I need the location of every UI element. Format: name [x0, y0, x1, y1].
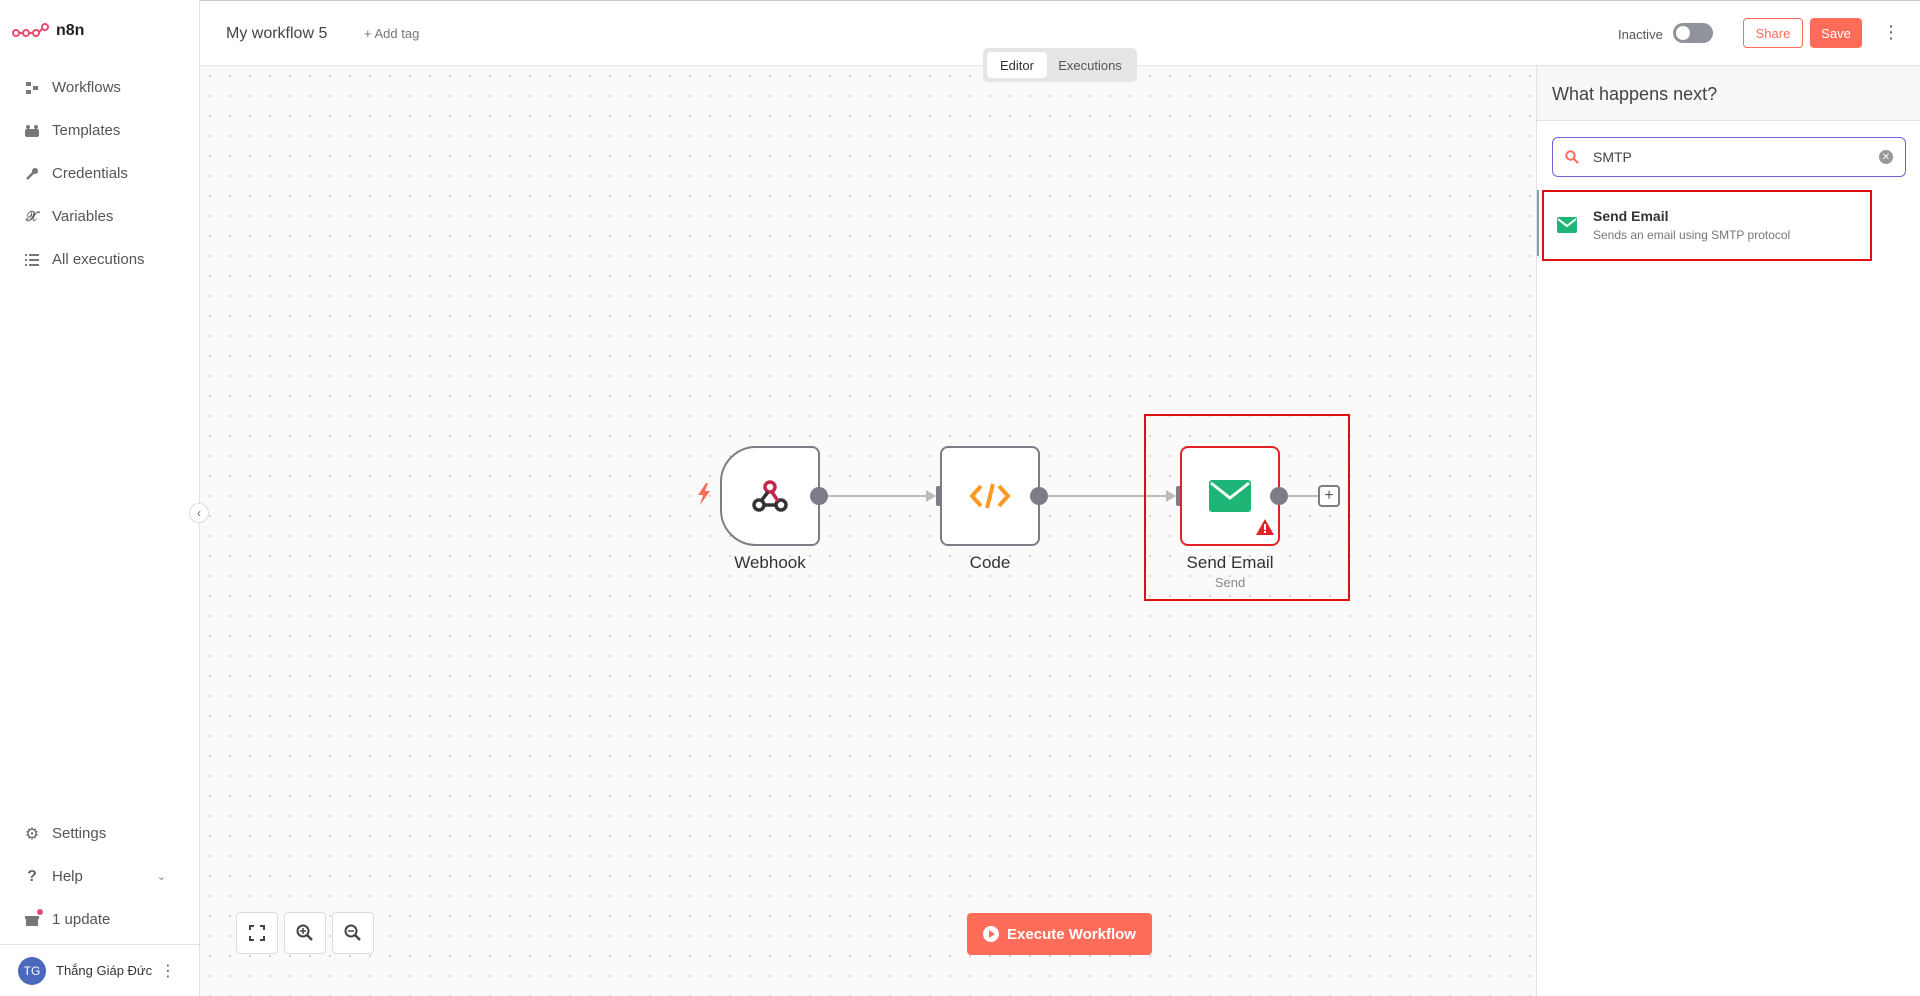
logo-text: n8n — [56, 22, 85, 39]
connection-arrow — [926, 490, 936, 502]
sidebar-item-label: Credentials — [52, 165, 128, 182]
sidebar-item-all-executions[interactable]: All executions — [0, 238, 200, 281]
gear-icon: ⚙ — [24, 825, 40, 843]
zoom-in-icon — [296, 924, 313, 941]
sidebar-item-variables[interactable]: 𝒳 Variables — [0, 195, 200, 238]
question-icon: ? — [27, 867, 37, 885]
panel-title: What happens next? — [1537, 66, 1920, 121]
list-icon — [24, 252, 40, 268]
logo[interactable]: n8n — [12, 22, 84, 40]
highlight-box — [1542, 190, 1872, 261]
sidebar-item-update[interactable]: 1 update — [0, 898, 200, 941]
zoom-out-button[interactable] — [332, 912, 374, 954]
user-row[interactable]: TG Thắng Giáp Đức ⋮ — [0, 944, 200, 996]
toggle-knob — [1676, 26, 1690, 40]
connection-edge[interactable] — [828, 495, 926, 497]
sidebar-item-label: 1 update — [52, 911, 111, 928]
sidebar-item-help[interactable]: ? Help ⌄ — [0, 855, 200, 898]
chevron-down-icon: ⌄ — [156, 871, 166, 883]
sidebar-item-label: Help — [52, 868, 83, 885]
sidebar-item-templates[interactable]: Templates — [0, 109, 200, 152]
search-icon — [1565, 150, 1579, 164]
templates-icon — [24, 123, 40, 139]
gift-icon — [24, 908, 43, 928]
variables-icon: 𝒳 — [25, 208, 39, 224]
fullscreen-icon — [249, 925, 265, 941]
sidebar-item-settings[interactable]: ⚙ Settings — [0, 812, 200, 855]
zoom-out-icon — [344, 924, 361, 941]
search-value[interactable]: SMTP — [1593, 149, 1865, 165]
highlight-box — [1144, 414, 1350, 601]
output-handle[interactable] — [810, 487, 828, 505]
node-search-input[interactable]: SMTP ✕ — [1552, 137, 1906, 177]
key-icon — [24, 166, 40, 182]
sidebar-item-label: All executions — [52, 251, 145, 268]
node-creator-panel: What happens next? SMTP ✕ Send Email Sen… — [1536, 66, 1920, 996]
sidebar-item-label: Workflows — [52, 79, 121, 96]
code-icon — [969, 483, 1011, 509]
collapse-sidebar-button[interactable]: ‹ — [189, 503, 209, 523]
sidebar: n8n Workflows Templates Credentials 𝒳 Va… — [0, 0, 200, 996]
tab-executions[interactable]: Executions — [1047, 52, 1133, 78]
scrollbar[interactable] — [1537, 190, 1539, 256]
more-vertical-icon[interactable]: ⋮ — [1882, 22, 1900, 43]
avatar: TG — [18, 956, 46, 985]
tab-editor[interactable]: Editor — [987, 52, 1047, 78]
output-handle[interactable] — [1030, 487, 1048, 505]
node-label: Code — [969, 553, 1011, 572]
notification-dot — [37, 908, 43, 915]
chevron-left-icon: ‹ — [197, 506, 201, 520]
execute-workflow-label: Execute Workflow — [1007, 925, 1136, 943]
user-name: Thắng Giáp Đức — [56, 963, 153, 978]
add-tag-button[interactable]: + Add tag — [364, 26, 419, 41]
node-label: Webhook — [734, 553, 806, 572]
active-status-label: Inactive — [1618, 27, 1663, 42]
zoom-in-button[interactable] — [284, 912, 326, 954]
sidebar-item-label: Settings — [52, 825, 107, 842]
execute-workflow-button[interactable]: Execute Workflow — [967, 913, 1152, 955]
clear-icon[interactable]: ✕ — [1879, 150, 1893, 164]
active-toggle[interactable] — [1673, 23, 1713, 43]
webhook-icon — [752, 480, 788, 512]
workflows-icon — [24, 80, 40, 96]
zoom-controls — [236, 912, 374, 954]
sidebar-item-label: Templates — [52, 122, 121, 139]
sidebar-bottom: ⚙ Settings ? Help ⌄ 1 update — [0, 812, 200, 941]
editor-tabs: Editor Executions — [983, 48, 1137, 82]
fit-view-button[interactable] — [236, 912, 278, 954]
play-circle-icon — [983, 926, 1000, 942]
sidebar-nav: Workflows Templates Credentials 𝒳 Variab… — [0, 66, 200, 281]
trigger-bolt-icon — [697, 483, 711, 510]
share-button[interactable]: Share — [1743, 18, 1803, 48]
sidebar-item-workflows[interactable]: Workflows — [0, 66, 200, 109]
code-node[interactable] — [940, 446, 1040, 546]
more-vertical-icon[interactable]: ⋮ — [160, 961, 176, 981]
save-button[interactable]: Save — [1810, 18, 1862, 48]
webhook-node[interactable] — [720, 446, 820, 546]
sidebar-item-label: Variables — [52, 208, 114, 225]
sidebar-item-credentials[interactable]: Credentials — [0, 152, 200, 195]
n8n-logo-icon — [12, 23, 49, 37]
workflow-name[interactable]: My workflow 5 — [226, 25, 327, 43]
